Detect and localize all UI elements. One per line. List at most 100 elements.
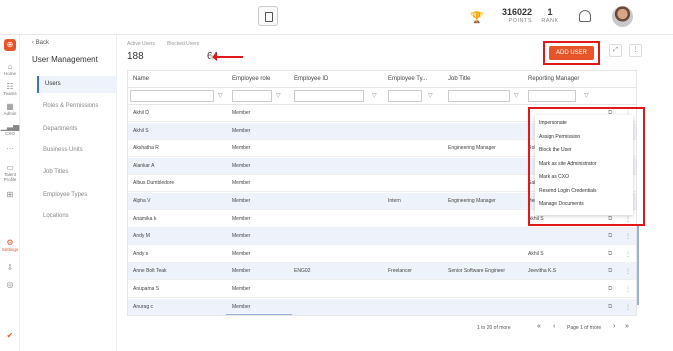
open-icon[interactable]: ⧉ bbox=[608, 286, 612, 293]
chart-icon: ▁▃▅ bbox=[0, 122, 20, 131]
rail-item-more[interactable]: ··· bbox=[0, 144, 20, 153]
table-row[interactable]: Andy s Member Akhil S ⧉ ⋮ bbox=[128, 246, 636, 263]
prev-page-icon[interactable]: ‹ bbox=[553, 323, 555, 330]
menu-item-mark-site-admin[interactable]: Mark as site Administrator bbox=[539, 161, 597, 167]
user-management-nav: ‹ Back User Management Users Roles & Per… bbox=[20, 35, 117, 351]
column-header-employee-type[interactable]: Employee Ty... bbox=[388, 76, 427, 82]
table-row[interactable]: Anne Bolt Teak Member ENG02 Freelancer Senio… bbox=[128, 263, 636, 281]
menu-item-block-user[interactable]: Block the User bbox=[539, 147, 572, 153]
bell-icon[interactable] bbox=[579, 10, 591, 22]
filter-input-manager[interactable] bbox=[528, 90, 576, 102]
filter-icon[interactable]: ▽ bbox=[428, 92, 433, 99]
cell-name: Anurag c bbox=[133, 303, 154, 310]
cell-role: Member bbox=[232, 180, 251, 187]
cell-role: Member bbox=[232, 145, 251, 152]
nav-item-job-titles[interactable]: Job Titles bbox=[37, 164, 117, 181]
filter-input-job-title[interactable] bbox=[448, 90, 510, 102]
rail-item-brand-footer[interactable]: ✔ bbox=[0, 331, 20, 340]
filter-icon[interactable]: ▽ bbox=[218, 92, 223, 99]
add-user-button[interactable]: ADD USER bbox=[549, 46, 594, 60]
vertical-scrollbar[interactable] bbox=[637, 225, 639, 305]
brand-icon[interactable]: ⊕ bbox=[4, 39, 16, 51]
context-menu-highlight: Impersonate Assign Permission Block the … bbox=[528, 107, 645, 226]
table-row[interactable]: Anurag c Member ⧉ ⋮ bbox=[128, 298, 636, 315]
filter-input-employee-type[interactable] bbox=[388, 90, 422, 102]
export-icon: ⇩ bbox=[6, 263, 14, 272]
row-actions-icon[interactable]: ⋮ bbox=[625, 268, 631, 275]
more-options-icon[interactable]: ⋮ bbox=[629, 44, 642, 57]
cell-name: Akhil D bbox=[133, 110, 149, 116]
table-header: Name Employee role Employee ID Employee … bbox=[128, 71, 636, 88]
column-header-name[interactable]: Name bbox=[133, 76, 149, 82]
rail-item-cxo[interactable]: ▁▃▅ CXO bbox=[0, 122, 20, 136]
column-header-job-title[interactable]: Job Title bbox=[448, 76, 470, 82]
cell-name: Alpha V bbox=[133, 198, 151, 204]
cell-role: Member bbox=[232, 233, 251, 240]
rail-item-home[interactable]: ⌂ Home bbox=[0, 62, 20, 76]
nav-item-users[interactable]: Users bbox=[37, 76, 117, 93]
rail-item-grid[interactable]: ⊞ bbox=[0, 190, 20, 199]
row-actions-icon[interactable]: ⋮ bbox=[625, 286, 631, 293]
menu-item-impersonate[interactable]: Impersonate bbox=[539, 120, 567, 126]
nav-item-business-units[interactable]: Business Units bbox=[37, 142, 117, 159]
trophy-icon: 🏆 bbox=[470, 12, 484, 24]
talent-icon: ▭ bbox=[6, 163, 14, 172]
home-icon: ⌂ bbox=[7, 62, 13, 71]
rail-item-settings[interactable]: ⚙ Settings bbox=[0, 238, 20, 252]
rail-item-talent[interactable]: ▭ Talent Profile bbox=[0, 163, 20, 182]
nav-item-locations[interactable]: Locations bbox=[37, 208, 117, 225]
expand-icon[interactable]: ⤢ bbox=[609, 44, 622, 57]
last-page-icon[interactable]: » bbox=[625, 323, 629, 330]
rank-value: 1 bbox=[547, 7, 553, 17]
first-page-icon[interactable]: « bbox=[537, 323, 541, 330]
menu-item-mark-cxo[interactable]: Mark as CXO bbox=[539, 174, 569, 180]
menu-item-assign-permission[interactable]: Assign Permission bbox=[539, 134, 580, 140]
column-header-manager[interactable]: Reporting Manager bbox=[528, 76, 579, 82]
rail-item-teams[interactable]: ☷ Teams bbox=[0, 82, 20, 96]
brand-mark-icon: ✔ bbox=[6, 331, 14, 340]
open-icon[interactable]: ⧉ bbox=[608, 304, 612, 311]
back-link[interactable]: ‹ Back bbox=[32, 40, 49, 46]
cell-role: Member bbox=[232, 215, 251, 222]
filter-input-employee-id[interactable] bbox=[294, 90, 364, 102]
settings-icon: ⚙ bbox=[6, 238, 14, 247]
filter-input-role[interactable] bbox=[232, 90, 272, 102]
next-page-icon[interactable]: › bbox=[613, 323, 615, 330]
table-row[interactable]: Anupama S Member ⧉ ⋮ bbox=[128, 281, 636, 298]
filter-icon[interactable]: ▽ bbox=[584, 92, 589, 99]
section-title: User Management bbox=[32, 55, 98, 64]
filter-icon[interactable]: ▽ bbox=[514, 92, 519, 99]
open-icon[interactable]: ⧉ bbox=[608, 233, 612, 240]
cell-employee-type: Intern bbox=[388, 198, 401, 204]
cell-job-title: Engineering Manager bbox=[448, 145, 496, 152]
grid-icon: ⊞ bbox=[6, 190, 14, 199]
filter-icon[interactable]: ▽ bbox=[372, 92, 377, 99]
row-actions-icon[interactable]: ⋮ bbox=[625, 233, 631, 240]
cell-name: Anupama S bbox=[133, 286, 160, 292]
nav-item-roles[interactable]: Roles & Permissions bbox=[37, 98, 117, 115]
column-header-role[interactable]: Employee role bbox=[232, 76, 270, 82]
open-icon[interactable]: ⧉ bbox=[608, 251, 612, 258]
active-users-label: Active Users bbox=[127, 41, 156, 47]
menu-item-resend-credentials[interactable]: Resend Login Credentials bbox=[539, 188, 597, 194]
filter-icon[interactable]: ▽ bbox=[276, 92, 281, 99]
row-actions-icon[interactable]: ⋮ bbox=[625, 304, 631, 311]
nav-item-employee-types[interactable]: Employee Types bbox=[37, 187, 117, 204]
app-logo-icon[interactable] bbox=[258, 6, 278, 26]
row-actions-icon[interactable]: ⋮ bbox=[625, 251, 631, 258]
cell-role: Member bbox=[232, 127, 251, 134]
avatar[interactable] bbox=[612, 6, 633, 27]
rail-label: Teams bbox=[3, 91, 17, 96]
open-icon[interactable]: ⧉ bbox=[608, 268, 612, 275]
rail-item-help[interactable]: ◎ bbox=[0, 280, 20, 289]
table-row[interactable]: Andy M Member ⧉ ⋮ bbox=[128, 228, 636, 246]
column-header-employee-id[interactable]: Employee ID bbox=[294, 76, 328, 82]
rail-item-export[interactable]: ⇩ bbox=[0, 263, 20, 272]
menu-item-manage-documents[interactable]: Manage Documents bbox=[539, 201, 584, 207]
top-bar: 🏆 316022 POINTS 1 RANK bbox=[0, 0, 673, 35]
rail-item-admin[interactable]: ▦ Admin bbox=[0, 102, 20, 116]
filter-input-name[interactable] bbox=[130, 90, 214, 102]
annotation-arrow bbox=[212, 53, 243, 61]
nav-item-departments[interactable]: Departments bbox=[37, 121, 117, 138]
horizontal-scrollbar[interactable] bbox=[226, 314, 292, 315]
